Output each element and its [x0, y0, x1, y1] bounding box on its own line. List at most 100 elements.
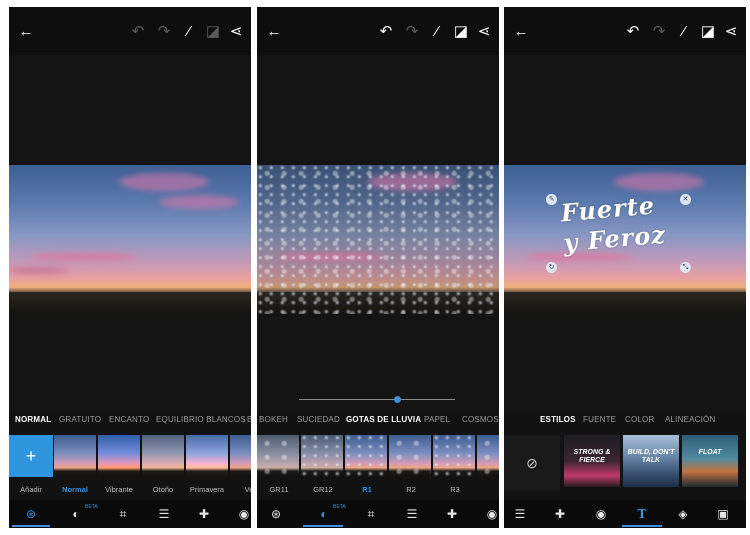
magic-wand-icon[interactable]: ⁄	[428, 23, 446, 41]
overlay-thumb-gr11[interactable]	[257, 435, 299, 477]
filter-label: Añadir	[20, 485, 42, 494]
overlay-labels: GR11 GR12 R1 R2 R3	[257, 485, 499, 497]
overlay-beta-icon[interactable]: ◐	[315, 506, 333, 522]
overlay-beta-icon[interactable]: ◐	[67, 506, 85, 522]
close-handle-icon[interactable]: ✕	[680, 194, 691, 205]
overlay-thumbnails	[257, 435, 499, 481]
active-tool-indicator	[622, 525, 662, 527]
filter-thumb-partial[interactable]	[230, 435, 251, 477]
sunset-photo	[9, 165, 251, 314]
undo-icon[interactable]: ↶	[377, 23, 395, 41]
sticker-icon[interactable]: ◈	[674, 506, 692, 522]
filter-label: Primavera	[189, 485, 225, 494]
compare-icon[interactable]: ◪	[204, 23, 222, 41]
overlay-thumb-r2[interactable]	[389, 435, 431, 477]
heal-bandage-icon[interactable]: ✚	[195, 506, 213, 522]
style-card-strong-fierce[interactable]: STRONG & FIERCE	[564, 435, 620, 487]
beta-badge: BETA	[85, 504, 98, 510]
active-tool-indicator	[12, 525, 50, 527]
filter-label: Otoño	[152, 485, 174, 494]
rain-photo	[257, 165, 499, 314]
text-T-icon[interactable]: T	[633, 506, 651, 522]
style-card-text: STRONG & FIERCE	[573, 449, 611, 464]
eye-icon[interactable]: ◉	[592, 506, 610, 522]
filter-thumb-normal[interactable]	[54, 435, 96, 477]
tab-alineacion[interactable]: ALINEACIÓN	[665, 415, 715, 424]
tab-gratuito[interactable]: GRATUITO	[59, 415, 101, 424]
eye-icon[interactable]: ◉	[483, 506, 499, 522]
tab-cosmos[interactable]: COSMOS	[462, 415, 499, 424]
overlay-thumb-r3[interactable]	[433, 435, 475, 477]
filters-icon[interactable]: ⊛	[267, 506, 285, 522]
intensity-slider-track[interactable]	[299, 399, 455, 400]
adjust-sliders-icon[interactable]: ☰	[155, 506, 173, 522]
tab-fuente[interactable]: FUENTE	[583, 415, 616, 424]
style-card-text: FLOAT	[698, 449, 722, 456]
overlay-label: R3	[450, 485, 460, 494]
resize-handle-icon[interactable]: ⤡	[680, 262, 691, 273]
overlay-label: GR12	[313, 485, 333, 494]
photo-canvas	[9, 55, 251, 413]
undo-icon[interactable]: ↶	[624, 23, 642, 41]
share-icon[interactable]: ⋖	[227, 23, 245, 41]
text-overlay[interactable]: Fuerte y Feroz	[560, 190, 667, 259]
overlay-label: GR11	[269, 485, 289, 494]
tab-gotas-de-lluvia[interactable]: GOTAS DE LLUVIA	[346, 415, 421, 424]
screen-filters: ← ↶ ↷ ⁄ ◪ ⋖ NORMAL GRATUITO ENCANTO EQUI…	[9, 7, 251, 528]
filter-thumb-otono[interactable]	[142, 435, 184, 477]
tab-equilibrio-blancos[interactable]: EQUILIBRIO BLANCOS	[156, 415, 246, 424]
adjust-sliders-icon[interactable]: ☰	[511, 506, 529, 522]
filters-icon[interactable]: ⊛	[22, 506, 40, 522]
eye-icon[interactable]: ◉	[235, 506, 251, 522]
top-toolbar: ← ↶ ↷ ⁄ ◪ ⋖	[257, 7, 499, 55]
compare-icon[interactable]: ◪	[699, 23, 717, 41]
text-style-thumbnails: ⊘ STRONG & FIERCE BUILD, DON'T TALK FLOA…	[504, 435, 746, 491]
redo-icon[interactable]: ↷	[650, 23, 668, 41]
filter-label: Normal	[62, 485, 88, 494]
tab-color[interactable]: COLOR	[625, 415, 654, 424]
crop-icon[interactable]: ⌗	[114, 506, 132, 522]
photo-canvas	[257, 55, 499, 413]
filter-thumbnails: +	[9, 435, 251, 481]
tab-suciedad[interactable]: SUCIEDAD	[297, 415, 340, 424]
arrow-left-icon[interactable]: ←	[265, 23, 283, 41]
share-icon[interactable]: ⋖	[722, 23, 740, 41]
magic-wand-icon[interactable]: ⁄	[180, 23, 198, 41]
filter-label: Vibrante	[105, 485, 133, 494]
no-style-icon[interactable]: ⊘	[504, 435, 560, 491]
top-toolbar: ← ↶ ↷ ⁄ ◪ ⋖	[504, 7, 746, 55]
add-filter-button[interactable]: +	[9, 435, 53, 477]
overlay-thumb-r1[interactable]	[345, 435, 387, 477]
heal-bandage-icon[interactable]: ✚	[443, 506, 461, 522]
share-icon[interactable]: ⋖	[475, 23, 493, 41]
magic-wand-icon[interactable]: ⁄	[675, 23, 693, 41]
heal-bandage-icon[interactable]: ✚	[551, 506, 569, 522]
edit-text-handle-icon[interactable]: ✎	[546, 194, 557, 205]
style-card-build[interactable]: BUILD, DON'T TALK	[623, 435, 679, 487]
tab-bokeh[interactable]: BOKEH	[259, 415, 288, 424]
overlay-thumb-gr12[interactable]	[301, 435, 343, 477]
arrow-left-icon[interactable]: ←	[17, 23, 35, 41]
active-tool-indicator	[303, 525, 343, 527]
filter-thumb-primavera[interactable]	[186, 435, 228, 477]
redo-icon[interactable]: ↷	[155, 23, 173, 41]
style-card-float[interactable]: FLOAT	[682, 435, 738, 487]
tab-estilos[interactable]: ESTILOS	[540, 415, 576, 424]
compare-icon[interactable]: ◪	[452, 23, 470, 41]
bottom-toolbar: ⊛ ◐ BETA ⌗ ☰ ✚ ◉	[257, 500, 499, 528]
rotate-handle-icon[interactable]: ↻	[546, 262, 557, 273]
tab-partial[interactable]: B	[247, 415, 251, 424]
arrow-left-icon[interactable]: ←	[512, 23, 530, 41]
tab-papel[interactable]: PAPEL	[424, 415, 450, 424]
overlay-thumb-partial[interactable]	[477, 435, 499, 477]
intensity-slider-knob[interactable]	[393, 396, 401, 403]
adjust-sliders-icon[interactable]: ☰	[403, 506, 421, 522]
filter-labels: Añadir Normal Vibrante Otoño Primavera V…	[9, 485, 251, 497]
filter-thumb-vibrante[interactable]	[98, 435, 140, 477]
tab-encanto[interactable]: ENCANTO	[109, 415, 149, 424]
undo-icon[interactable]: ↶	[129, 23, 147, 41]
tab-normal[interactable]: NORMAL	[15, 415, 51, 424]
crop-icon[interactable]: ⌗	[362, 506, 380, 522]
frame-icon[interactable]: ▣	[714, 506, 732, 522]
redo-icon[interactable]: ↷	[403, 23, 421, 41]
